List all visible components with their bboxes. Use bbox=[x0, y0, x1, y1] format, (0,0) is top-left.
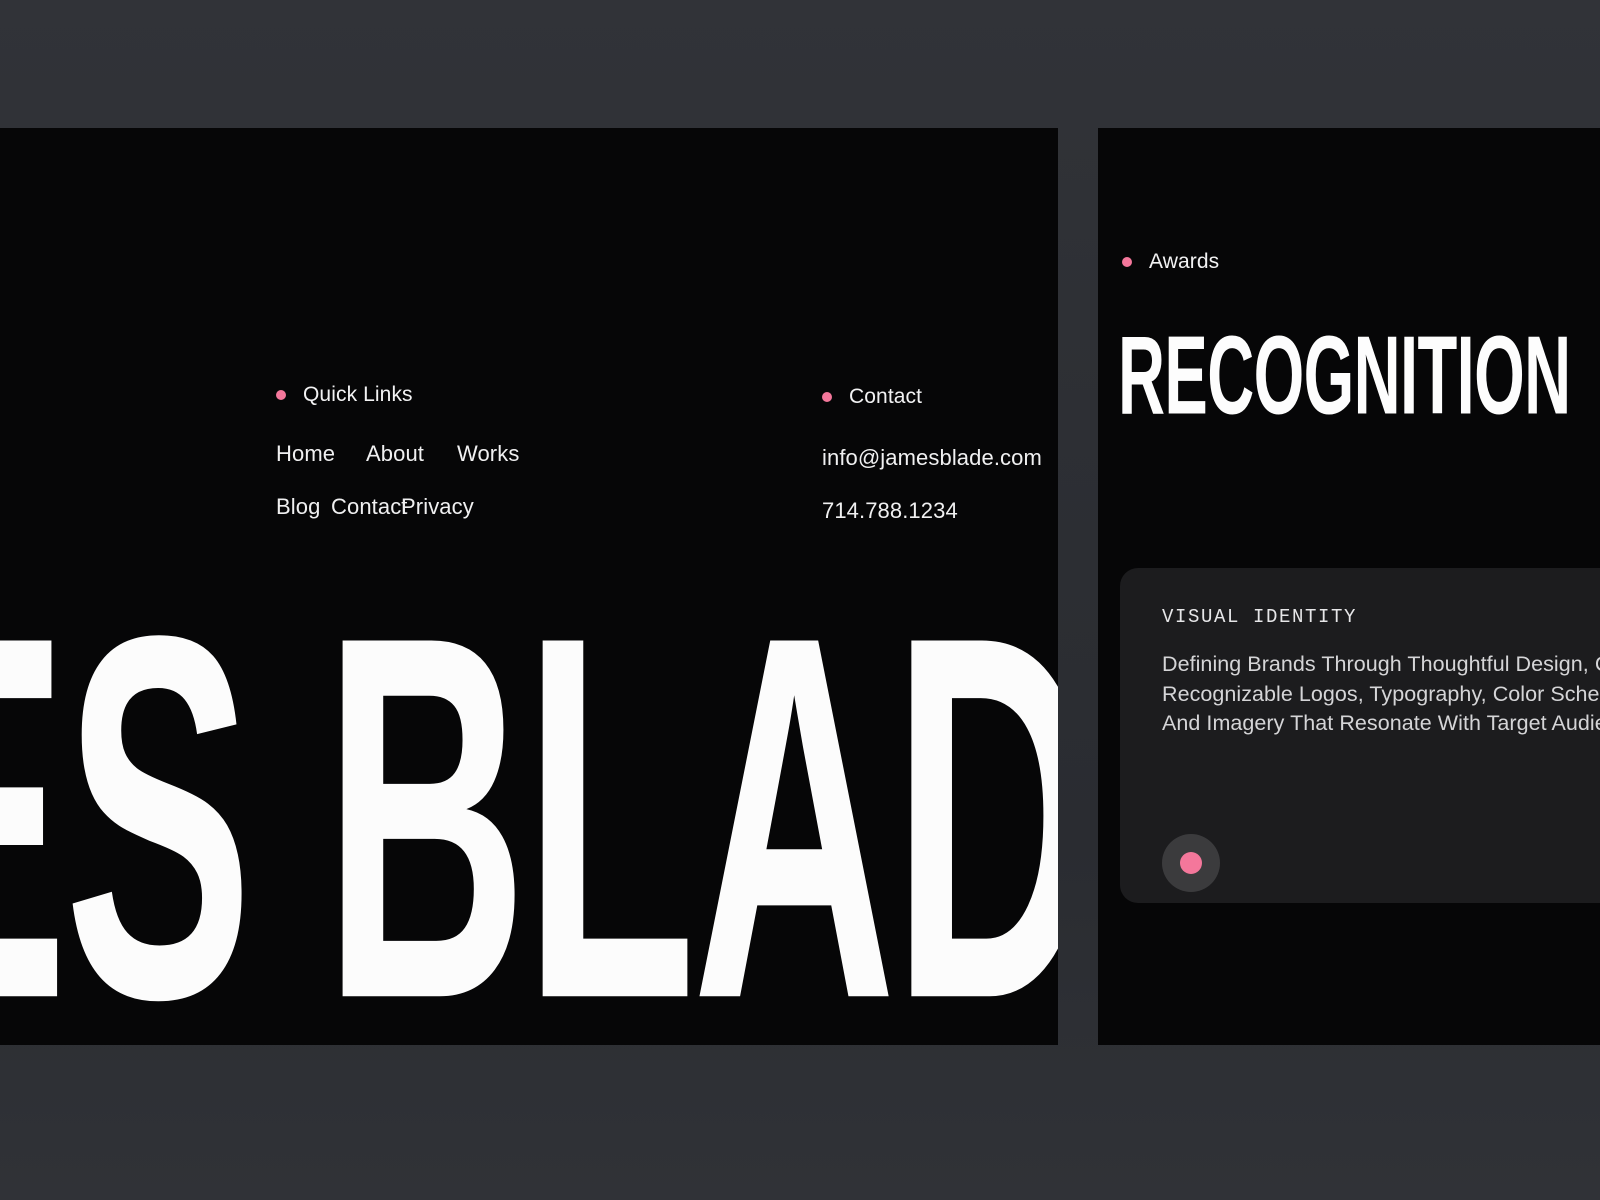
nav-link-about[interactable]: About bbox=[366, 442, 457, 465]
awards-label: Awards bbox=[1149, 250, 1220, 273]
dot-button-icon[interactable] bbox=[1162, 834, 1220, 892]
contact-email-link[interactable]: info@jamesblade.com bbox=[822, 446, 1058, 469]
quick-links-row-1: Home About Works bbox=[276, 442, 706, 465]
quick-links-column: Quick Links Home About Works Blog Contac… bbox=[276, 384, 706, 518]
brand-wordmark-text: ES BLADE bbox=[0, 528, 1058, 1045]
brand-wordmark: ES BLADE® bbox=[0, 559, 1058, 1045]
bullet-dot-icon bbox=[276, 389, 286, 400]
dot-button-inner bbox=[1180, 852, 1202, 874]
nav-link-blog[interactable]: Blog bbox=[276, 495, 331, 518]
award-card-body: Defining Brands Through Thoughtful Desig… bbox=[1162, 652, 1600, 736]
footer-panel: Quick Links Home About Works Blog Contac… bbox=[0, 128, 1058, 1045]
awards-heading: Awards bbox=[1122, 251, 1219, 272]
nav-link-works[interactable]: Works bbox=[457, 442, 519, 465]
quick-links-row-2: Blog Contact Privacy bbox=[276, 495, 706, 518]
quick-links-heading: Quick Links bbox=[276, 384, 706, 405]
award-card-kicker: VISUAL IDENTITY bbox=[1162, 606, 1358, 628]
contact-column: Contact info@jamesblade.com 714.788.1234 bbox=[822, 386, 1058, 522]
page-root: Quick Links Home About Works Blog Contac… bbox=[0, 0, 1600, 1200]
bullet-dot-icon bbox=[1122, 256, 1132, 267]
nav-link-contact[interactable]: Contact bbox=[331, 495, 407, 518]
bullet-dot-icon bbox=[822, 391, 832, 402]
quick-links-label: Quick Links bbox=[303, 383, 413, 406]
contact-heading: Contact bbox=[822, 386, 1058, 407]
nav-link-privacy[interactable]: Privacy bbox=[401, 495, 474, 518]
award-card[interactable]: VISUAL IDENTITY Defining Brands Through … bbox=[1120, 568, 1600, 903]
contact-label: Contact bbox=[849, 385, 923, 408]
contact-phone-link[interactable]: 714.788.1234 bbox=[822, 499, 1058, 522]
recognition-title: RECOGNITION bbox=[1118, 313, 1571, 438]
nav-link-home[interactable]: Home bbox=[276, 442, 366, 465]
